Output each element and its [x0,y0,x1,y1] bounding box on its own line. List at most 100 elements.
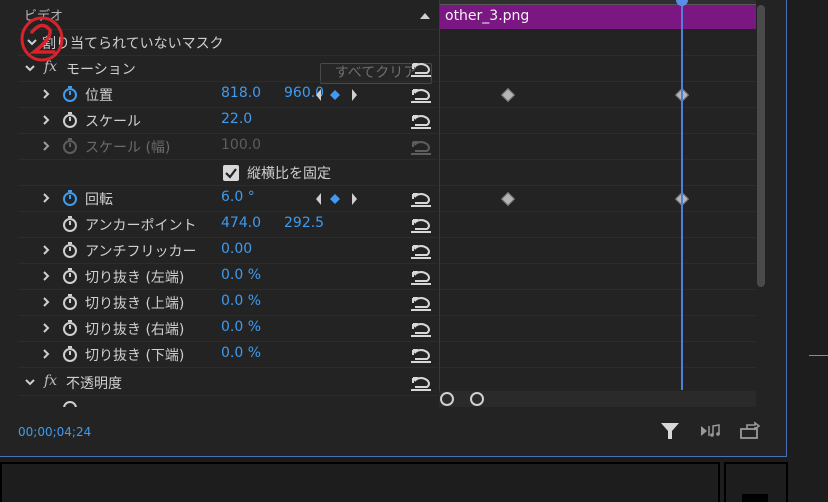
zoom-handle-right[interactable] [470,392,484,406]
zoom-handle-left[interactable] [440,392,454,406]
opacity-effect-row: fx 不透明度 [18,370,438,396]
rotation-label: 回転 [85,192,113,208]
reset-icon[interactable] [409,86,433,104]
crop-top-property-row: 切り抜き (上端) 0.0 % [18,290,438,316]
timeline-zoom-scrollbar[interactable] [439,391,756,407]
motion-label: モーション [66,62,136,78]
crop-right-property-row: 切り抜き (右端) 0.0 % [18,316,438,342]
reset-icon[interactable] [409,60,433,78]
stopwatch-icon[interactable] [62,111,78,129]
stopwatch-active-icon[interactable] [62,85,78,103]
chevron-right-icon[interactable] [40,113,52,127]
unassigned-mask-row: 割り当てられていないマスク すべてクリア [18,30,438,84]
video-section-header: ビデオ [18,0,438,30]
reset-icon[interactable] [409,242,433,260]
chevron-down-icon[interactable] [26,35,38,49]
crop-top-value[interactable]: 0.0 % [221,293,261,309]
play-audio-icon[interactable] [699,421,721,441]
chevron-right-icon[interactable] [40,295,52,309]
reset-icon[interactable] [409,112,433,130]
mask-label: 割り当てられていないマスク [42,36,224,52]
keyframe-diamond[interactable] [500,87,516,103]
effect-properties-column: ビデオ 割り当てられていないマスク すべてクリア fx モーション 位置 818… [18,0,438,407]
scale-width-label: スケール (幅) [85,140,171,156]
timeline-row [440,342,756,368]
stopwatch-icon[interactable] [62,267,78,285]
stopwatch-icon[interactable] [62,215,78,233]
crop-right-label: 切り抜き (右端) [85,322,185,338]
rotation-value[interactable]: 6.0 ° [221,189,255,205]
uniform-scale-row: 縦横比を固定 [18,160,438,186]
timeline-row [440,290,756,316]
lower-panel-tab[interactable] [742,494,768,502]
crop-right-value[interactable]: 0.0 % [221,319,261,335]
reset-icon [409,138,433,156]
uniform-scale-label[interactable]: 縦横比を固定 [247,163,331,183]
antiflicker-value[interactable]: 0.00 [221,241,252,257]
reset-icon[interactable] [409,346,433,364]
keyframe-navigator[interactable] [315,192,359,206]
crop-top-label: 切り抜き (上端) [85,296,185,312]
anchor-y-value[interactable]: 292.5 [284,215,324,231]
collapse-triangle-icon[interactable] [420,13,430,19]
chevron-right-icon[interactable] [40,269,52,283]
chevron-right-icon[interactable] [40,347,52,361]
clip-bar[interactable]: other_3.png [440,5,756,29]
fx-icon[interactable]: fx [44,59,57,75]
stopwatch-icon[interactable] [62,345,78,363]
timeline-row [440,30,756,56]
reset-icon[interactable] [409,374,433,392]
keyframe-navigator[interactable] [315,88,359,102]
chevron-down-icon[interactable] [24,375,36,389]
chevron-right-icon[interactable] [40,191,52,205]
scale-property-row: スケール 22.0 [18,108,438,134]
anchor-x-value[interactable]: 474.0 [221,215,261,231]
timeline-row [440,316,756,342]
anchor-point-label: アンカーポイント [85,218,197,234]
stopwatch-icon[interactable] [62,293,78,311]
crop-left-value[interactable]: 0.0 % [221,267,261,283]
keyframe-timeline[interactable]: other_3.png [439,0,756,407]
stopwatch-icon [62,137,78,155]
playhead-line[interactable] [681,0,683,390]
fx-icon[interactable]: fx [44,373,57,389]
chevron-right-icon[interactable] [40,243,52,257]
vertical-scrollbar[interactable] [757,5,765,287]
antiflicker-property-row: アンチフリッカー 0.00 [18,238,438,264]
stopwatch-icon[interactable] [62,398,78,407]
crop-bottom-value[interactable]: 0.0 % [221,345,261,361]
timeline-row [440,82,756,108]
motion-effect-row: fx モーション [18,56,438,82]
position-x-value[interactable]: 818.0 [221,85,261,101]
timeline-row [440,160,756,186]
stopwatch-icon[interactable] [62,319,78,337]
export-icon[interactable] [739,421,761,441]
crop-left-property-row: 切り抜き (左端) 0.0 % [18,264,438,290]
uniform-scale-checkbox[interactable] [223,165,239,181]
reset-icon[interactable] [409,216,433,234]
anchor-point-property-row: アンカーポイント 474.0 292.5 [18,212,438,238]
stopwatch-icon[interactable] [62,241,78,259]
reset-icon[interactable] [409,320,433,338]
timeline-row [440,108,756,134]
keyframe-diamond[interactable] [500,191,516,207]
lower-panel-left [0,462,720,502]
opacity-child-row-partial [18,396,438,407]
effect-controls-panel: ビデオ 割り当てられていないマスク すべてクリア fx モーション 位置 818… [0,0,787,457]
timeline-row [440,212,756,238]
reset-icon[interactable] [409,190,433,208]
chevron-down-icon[interactable] [24,61,36,75]
filter-icon[interactable] [659,421,681,441]
current-timecode[interactable]: 00;00;04;24 [18,425,91,439]
chevron-right-icon[interactable] [40,321,52,335]
antiflicker-label: アンチフリッカー [85,244,197,260]
position-property-row: 位置 818.0 960.0 [18,82,438,108]
reset-icon[interactable] [409,268,433,286]
chevron-right-icon[interactable] [40,87,52,101]
reset-icon[interactable] [409,294,433,312]
crop-bottom-property-row: 切り抜き (下端) 0.0 % [18,342,438,368]
scale-value[interactable]: 22.0 [221,111,252,127]
chevron-right-icon[interactable] [40,139,52,153]
stopwatch-active-icon[interactable] [62,189,78,207]
scale-width-value: 100.0 [221,137,262,153]
